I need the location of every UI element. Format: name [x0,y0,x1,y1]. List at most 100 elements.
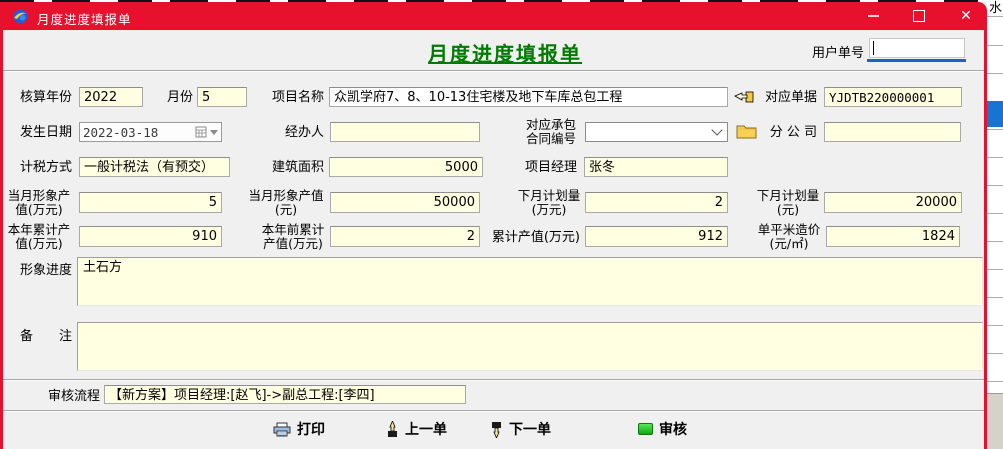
prev-output-label: 本年前累计 产值(万元) [260,223,326,251]
background-window-strip: 水 [987,0,1003,449]
cur-month-wan-field[interactable]: 5 [79,192,222,213]
doc-no-field[interactable]: YJDTB220000001 [824,87,962,107]
cur-month-wan-label: 当月形象产 值(万元) [6,189,72,217]
maximize-button[interactable] [899,2,939,30]
audit-flow-field[interactable]: 【新方案】项目经理:[赵飞]->副总工程:[李四] [104,385,466,404]
audit-separator [3,379,984,381]
ytd-output-label: 本年累计产 值(万元) [6,223,72,251]
next-month-yuan-label-line1: 下月计划量 [755,189,821,203]
cur-month-yuan-label-line2: (元) [246,203,326,217]
window-border-left [0,30,3,449]
cur-month-yuan-label-line1: 当月形象产值 [246,189,326,203]
header-separator [3,70,984,72]
progress-textarea[interactable]: 土石方 [77,257,983,306]
tax-method-field[interactable]: 一般计税法（有预交） [79,157,230,177]
background-grid-lines [987,0,1003,393]
next-month-wan-label-line1: 下月计划量 [517,189,581,203]
next-button-label: 下一单 [509,419,551,439]
ytd-output-field[interactable]: 910 [79,226,222,247]
prev-output-label-line2: 产值(万元) [260,237,326,251]
unit-cost-label: 单平米造价 (元/㎡) [755,223,823,251]
minimize-icon [868,15,879,17]
audit-button[interactable]: 审核 [638,419,687,439]
date-dropdown-icon[interactable] [210,130,218,135]
user-no-label: 用户单号 [812,42,868,61]
handler-label: 经办人 [280,125,324,140]
print-button[interactable]: 打印 [273,419,325,439]
maximize-icon [913,10,925,22]
cur-month-yuan-label: 当月形象产值 (元) [246,189,326,217]
print-button-label: 打印 [297,419,325,439]
prev-button[interactable]: 上一单 [386,419,447,439]
prev-output-label-line1: 本年前累计 [260,223,326,237]
contract-no-label-line2: 合同编号 [522,132,580,146]
handler-field[interactable] [330,122,480,142]
next-button[interactable]: 下一单 [490,419,551,439]
background-panel [987,393,1003,449]
user-no-underline [867,59,966,62]
cur-month-yuan-field[interactable]: 50000 [330,192,480,213]
next-month-yuan-label: 下月计划量 (元) [755,189,821,217]
branch-label: 分 公 司 [763,125,817,140]
contract-no-combobox[interactable] [585,122,728,142]
text-caret [873,41,874,55]
ytd-output-label-line1: 本年累计产 [6,223,72,237]
contract-no-label-line1: 对应承包 [522,118,580,132]
printer-icon [273,422,291,437]
minimize-button[interactable] [853,2,893,30]
project-name-field[interactable]: 众凯学府7、8、10-13住宅楼及地下车库总包工程 [329,87,728,107]
project-manager-field[interactable]: 张冬 [584,157,728,177]
user-no-input[interactable] [869,38,965,58]
audit-button-label: 审核 [659,419,687,439]
calendar-icon [195,126,207,138]
cur-month-wan-label-line1: 当月形象产 [6,189,72,203]
close-button[interactable]: ✕ [946,2,986,30]
chevron-down-icon [711,124,722,135]
remark-textarea[interactable] [77,322,983,371]
remark-label: 备 注 [14,329,72,344]
pointing-hand-icon[interactable] [734,89,754,108]
unit-cost-field[interactable]: 1824 [826,226,960,247]
prev-button-label: 上一单 [405,419,447,439]
building-area-label: 建筑面积 [270,160,324,175]
month-label: 月份 [163,90,193,105]
total-output-label: 累计产值(万元) [488,230,580,245]
year-field[interactable]: 2022 [79,87,143,107]
project-manager-label: 项目经理 [523,160,577,175]
building-area-field[interactable]: 5000 [329,157,483,177]
total-output-field[interactable]: 912 [585,226,728,247]
next-month-wan-field[interactable]: 2 [585,192,728,213]
date-picker[interactable]: 2022-03-18 [79,122,222,142]
next-month-yuan-label-line2: (元) [755,203,821,217]
app-window: 月度进度填报单 ✕ 水 月度进度填报单 用户单号 核算年份 2022 月份 5 … [0,0,1003,449]
ytd-output-label-line2: 值(万元) [6,237,72,251]
next-month-wan-label: 下月计划量 (万元) [517,189,581,217]
folder-icon[interactable] [736,123,757,143]
prev-output-field[interactable]: 2 [330,226,480,247]
background-selected-cell [987,101,1003,127]
year-label: 核算年份 [14,90,72,105]
project-name-label: 项目名称 [272,90,324,105]
button-bar-separator [3,410,984,412]
unit-cost-label-line2: (元/㎡) [755,237,823,251]
date-value: 2022-03-18 [83,125,195,140]
hand-down-icon [490,421,503,438]
form-title: 月度进度填报单 [400,38,610,67]
titlebar[interactable]: 月度进度填报单 ✕ [0,2,987,30]
contract-no-label: 对应承包 合同编号 [522,118,580,146]
progress-label: 形象进度 [14,263,72,278]
hand-up-icon [386,421,399,438]
app-logo-icon [12,8,29,25]
branch-field[interactable] [824,122,961,142]
month-field[interactable]: 5 [197,87,247,107]
date-label: 发生日期 [14,125,72,140]
window-title: 月度进度填报单 [37,9,132,28]
audit-green-icon [638,423,653,435]
next-month-yuan-field[interactable]: 20000 [824,192,962,213]
unit-cost-label-line1: 单平米造价 [755,223,823,237]
doc-no-label: 对应单据 [765,90,817,105]
cur-month-wan-label-line2: 值(万元) [6,203,72,217]
tax-method-label: 计税方式 [14,160,72,175]
audit-flow-label: 审核流程 [44,389,100,404]
next-month-wan-label-line2: (万元) [517,203,581,217]
